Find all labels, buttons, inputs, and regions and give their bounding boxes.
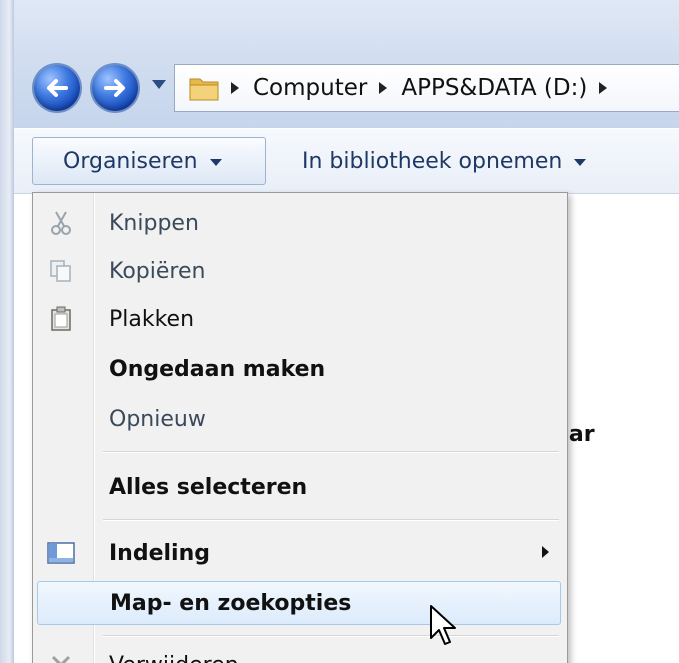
mouse-pointer-icon [430,605,456,645]
copy-icon [47,257,75,285]
address-bar[interactable]: Computer APPS&DATA (D:) [174,64,679,112]
menu-item-label: Alles selecteren [109,474,308,500]
menu-item-redo[interactable]: Opnieuw [37,397,561,441]
chevron-down-icon [209,159,222,166]
menu-separator [103,519,559,521]
menu-item-copy[interactable]: Kopiëren [37,249,561,293]
arrow-right-icon [104,79,125,97]
menu-item-select-all[interactable]: Alles selecteren [37,465,561,509]
menu-separator [103,635,559,637]
breadcrumb-separator-icon[interactable] [231,82,239,94]
delete-x-icon [47,651,75,663]
menu-item-cut[interactable]: Knippen [37,201,561,245]
recent-pages-dropdown[interactable] [152,80,166,89]
clipboard-icon [47,305,75,333]
breadcrumb-computer[interactable]: Computer [253,75,367,101]
breadcrumb-separator-icon[interactable] [599,82,608,94]
command-bar: Organiseren In bibliotheek opnemen [14,128,679,194]
menu-item-label: Kopiëren [109,258,206,284]
layout-icon [47,539,75,567]
back-button[interactable] [34,65,80,111]
menu-separator [103,451,559,453]
menu-item-layout[interactable]: Indeling [37,531,561,575]
include-in-library-button[interactable]: In bibliotheek opnemen [302,137,587,185]
menu-item-label: Opnieuw [109,406,206,432]
organize-button[interactable]: Organiseren [32,137,266,185]
menu-item-label: Ongedaan maken [109,356,326,382]
explorer-window: Computer APPS&DATA (D:) Organiseren In b… [14,0,679,663]
breadcrumb-drive[interactable]: APPS&DATA (D:) [401,75,587,101]
menu-item-label: Map- en zoekopties [110,590,352,616]
chevron-right-icon [542,546,549,558]
navigation-bar: Computer APPS&DATA (D:) [14,0,679,128]
organize-label: Organiseren [63,148,198,174]
arrow-left-icon [47,79,68,97]
scissors-icon [47,209,75,237]
chevron-down-icon [574,159,587,166]
menu-item-label: Indeling [109,540,211,566]
menu-item-undo[interactable]: Ongedaan maken [37,347,561,391]
forward-button[interactable] [92,65,138,111]
organize-menu: Knippen Kopiëren Plakken Ongedaan maken … [32,192,568,663]
include-in-library-label: In bibliotheek opnemen [302,148,563,174]
menu-item-label: Plakken [109,306,195,332]
menu-item-delete[interactable]: Verwijderen [37,643,561,663]
menu-item-label: Knippen [109,210,199,236]
breadcrumb-separator-icon[interactable] [379,82,388,94]
menu-item-folder-search-options[interactable]: Map- en zoekopties [37,581,561,625]
menu-item-paste[interactable]: Plakken [37,297,561,341]
menu-item-label: Verwijderen [109,653,239,663]
folder-icon [189,75,219,101]
